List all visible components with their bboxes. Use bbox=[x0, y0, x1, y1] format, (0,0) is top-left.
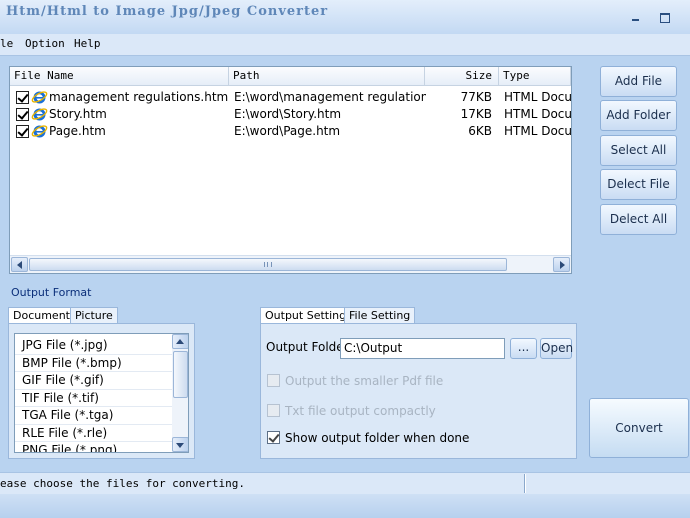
deselect-file-button[interactable]: Delect File bbox=[600, 169, 677, 200]
file-list[interactable]: File Name Path Size Type management regu… bbox=[9, 66, 572, 274]
show-output-folder-label[interactable]: Show output folder when done bbox=[285, 431, 469, 445]
menu-option[interactable]: Option bbox=[25, 37, 65, 50]
scroll-left-icon[interactable] bbox=[11, 257, 28, 272]
menu-bar bbox=[0, 34, 690, 56]
format-list[interactable]: JPG File (*.jpg) BMP File (*.bmp) GIF Fi… bbox=[14, 333, 189, 453]
status-divider bbox=[524, 474, 526, 493]
vertical-scrollbar[interactable] bbox=[172, 334, 188, 452]
list-item[interactable]: TGA File (*.tga) bbox=[15, 407, 172, 425]
bottom-frame bbox=[0, 494, 690, 518]
tab-picture[interactable]: Picture bbox=[70, 307, 118, 324]
horizontal-scrollbar[interactable] bbox=[10, 255, 571, 273]
menu-file[interactable]: le bbox=[0, 37, 13, 50]
row-file-name: Page.htm bbox=[49, 124, 106, 138]
status-text: ease choose the files for converting. bbox=[0, 477, 246, 490]
maximize-icon[interactable] bbox=[656, 9, 672, 23]
row-type: HTML Docun bbox=[504, 124, 572, 138]
row-path: E:\word\Story.htm bbox=[234, 107, 342, 121]
row-checkbox[interactable] bbox=[16, 91, 29, 104]
row-path: E:\word\Page.htm bbox=[234, 124, 341, 138]
row-size: 77KB bbox=[460, 90, 492, 104]
list-item[interactable]: JPG File (*.jpg) bbox=[15, 337, 172, 355]
list-item[interactable]: GIF File (*.gif) bbox=[15, 372, 172, 390]
row-size: 17KB bbox=[460, 107, 492, 121]
row-checkbox[interactable] bbox=[16, 108, 29, 121]
scroll-right-icon[interactable] bbox=[553, 257, 570, 272]
row-type: HTML Docun bbox=[504, 107, 572, 121]
output-folder-label: Output Folder bbox=[266, 340, 349, 354]
txt-compact-label: Txt file output compactly bbox=[285, 404, 436, 418]
html-file-icon bbox=[31, 108, 48, 121]
show-output-folder-checkbox[interactable] bbox=[267, 431, 280, 444]
scrollbar-thumb[interactable] bbox=[29, 258, 507, 271]
list-item[interactable]: BMP File (*.bmp) bbox=[15, 355, 172, 372]
list-item[interactable]: TIF File (*.tif) bbox=[15, 390, 172, 407]
tab-file-setting[interactable]: File Setting bbox=[344, 307, 416, 324]
txt-compact-checkbox bbox=[267, 404, 280, 417]
row-checkbox[interactable] bbox=[16, 125, 29, 138]
column-header-type[interactable]: Type bbox=[499, 67, 571, 86]
html-file-icon bbox=[31, 91, 48, 104]
smaller-pdf-label: Output the smaller Pdf file bbox=[285, 374, 444, 388]
column-header-size[interactable]: Size bbox=[425, 67, 499, 86]
deselect-all-button[interactable]: Delect All bbox=[600, 204, 677, 235]
minimize-icon[interactable] bbox=[628, 9, 644, 23]
row-type: HTML Docun bbox=[504, 90, 572, 104]
smaller-pdf-checkbox bbox=[267, 374, 280, 387]
select-all-button[interactable]: Select All bbox=[600, 135, 677, 166]
table-row[interactable]: Story.htm E:\word\Story.htm 17KB HTML Do… bbox=[10, 106, 572, 123]
row-file-name: Story.htm bbox=[49, 107, 107, 121]
add-folder-button[interactable]: Add Folder bbox=[600, 100, 677, 131]
convert-button[interactable]: Convert bbox=[589, 398, 689, 458]
row-file-name: management regulations.htm bbox=[49, 90, 229, 104]
browse-button[interactable]: ... bbox=[510, 338, 537, 359]
row-path: E:\word\management regulations.htm bbox=[234, 90, 426, 104]
column-header-file-name[interactable]: File Name bbox=[10, 67, 229, 86]
table-row[interactable]: Page.htm E:\word\Page.htm 6KB HTML Docun bbox=[10, 123, 572, 140]
menu-help[interactable]: Help bbox=[74, 37, 101, 50]
scrollbar-thumb[interactable] bbox=[173, 351, 188, 398]
output-format-label: Output Format bbox=[11, 286, 92, 299]
row-size: 6KB bbox=[468, 124, 492, 138]
output-format-panel: JPG File (*.jpg) BMP File (*.bmp) GIF Fi… bbox=[8, 323, 195, 459]
html-file-icon bbox=[31, 125, 48, 138]
output-folder-input[interactable]: C:\Output bbox=[340, 338, 505, 359]
list-item[interactable]: RLE File (*.rle) bbox=[15, 425, 172, 442]
add-file-button[interactable]: Add File bbox=[600, 66, 677, 97]
list-item[interactable]: PNG File (*.png) bbox=[15, 442, 172, 452]
scroll-up-icon[interactable] bbox=[172, 334, 188, 349]
table-row[interactable]: management regulations.htm E:\word\manag… bbox=[10, 89, 572, 106]
open-button[interactable]: Open bbox=[540, 338, 573, 359]
window-title: Htm/Html to Image Jpg/Jpeg Converter bbox=[6, 4, 329, 19]
column-header-path[interactable]: Path bbox=[229, 67, 425, 86]
scroll-down-icon[interactable] bbox=[172, 437, 188, 452]
